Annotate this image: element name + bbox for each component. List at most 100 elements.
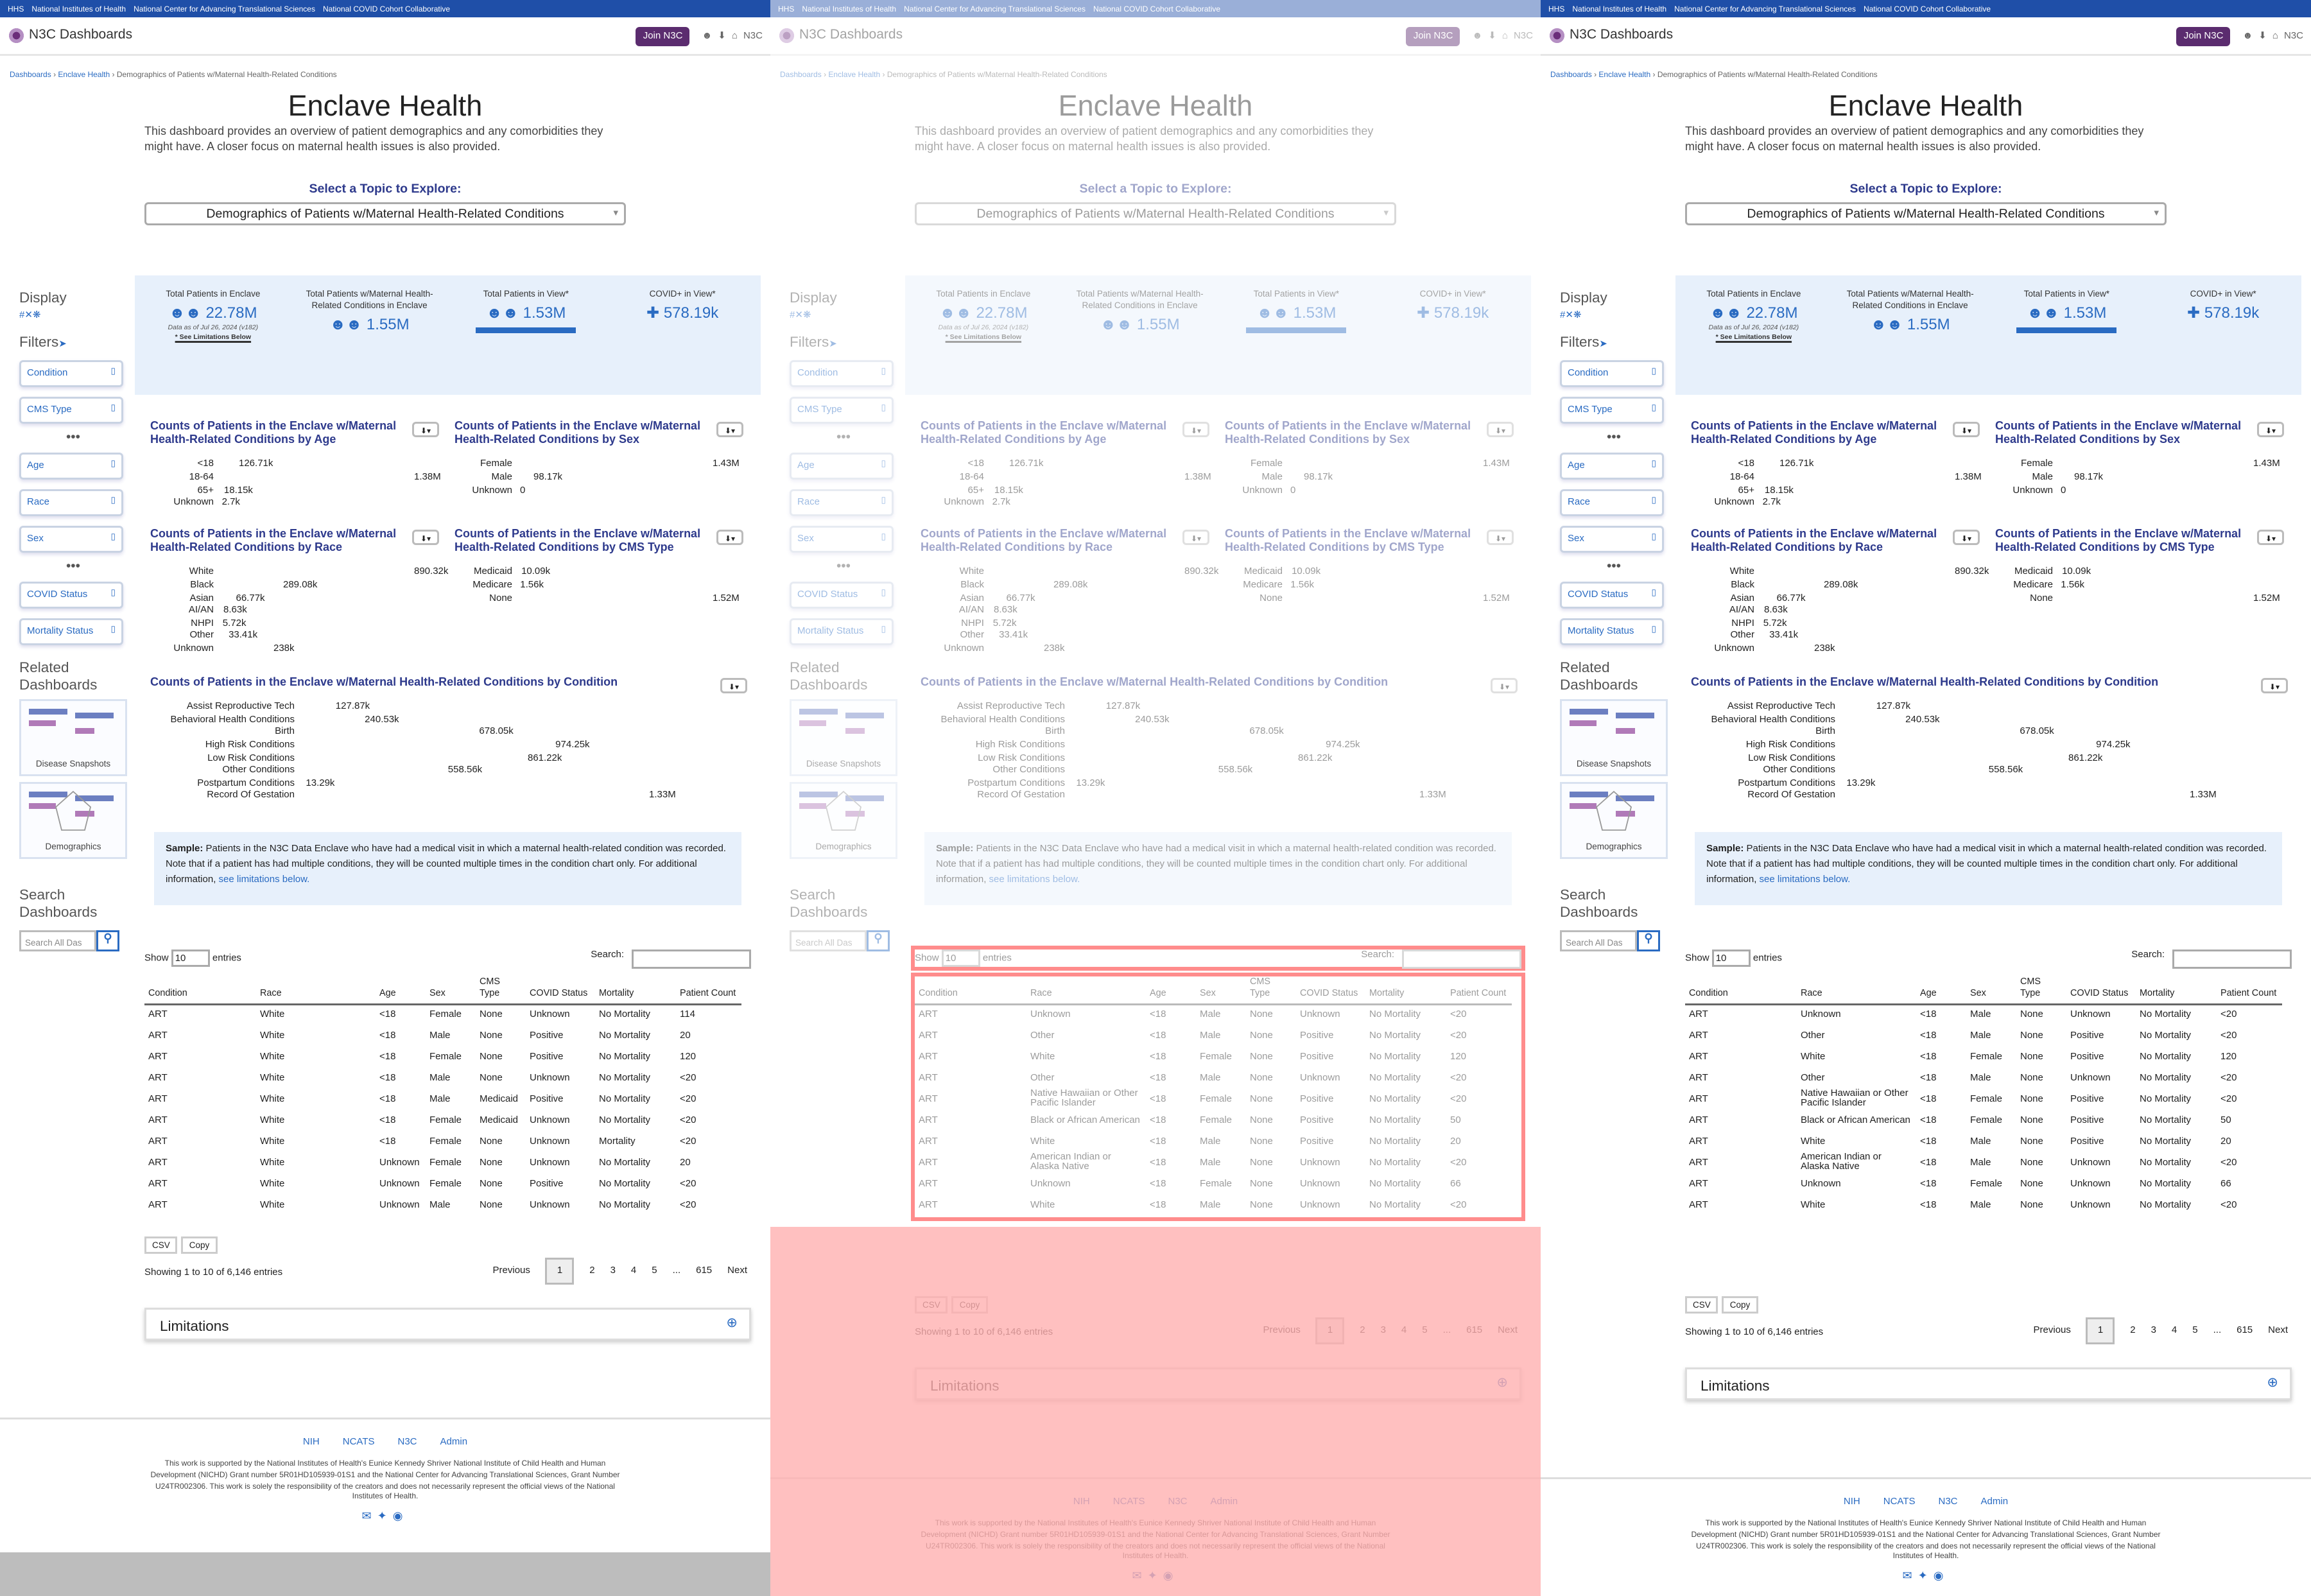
previous-page-button[interactable]: Previous bbox=[2034, 1325, 2071, 1337]
n3c-home-link[interactable]: N3C bbox=[743, 30, 763, 42]
chart-bar-row[interactable]: Female 1.43M bbox=[454, 459, 743, 472]
table-row[interactable]: ART White <18 Female None Positive No Mortalit… bbox=[1685, 1048, 2282, 1069]
limitations-link[interactable]: * See Limitations Below bbox=[1675, 333, 1832, 342]
chart-bar-row[interactable]: Unknown 238k bbox=[150, 643, 439, 656]
chart-bar-row[interactable]: Record Of Gestation 1.33M bbox=[1691, 790, 2288, 803]
chart-bar-row[interactable]: Low Risk Conditions 861.22k bbox=[921, 752, 1518, 765]
brand-title[interactable]: N3C Dashboards bbox=[799, 29, 1406, 42]
chart-bar-row[interactable]: Postpartum Conditions 13.29k bbox=[1691, 777, 2288, 790]
next-page-button[interactable]: Next bbox=[727, 1265, 747, 1277]
filter-chip[interactable]: COVID Status bbox=[790, 582, 894, 609]
copy-button[interactable]: Copy bbox=[181, 1236, 218, 1254]
chart-bar-row[interactable]: Medicaid 10.09k bbox=[1225, 567, 1514, 580]
pin-icon[interactable]: ➤ bbox=[1599, 339, 1607, 351]
chart-download-button[interactable]: ⬇▾ bbox=[716, 422, 743, 437]
breadcrumb-enclave-health[interactable]: Enclave Health bbox=[1598, 69, 1650, 79]
column-header[interactable]: Age bbox=[1146, 976, 1196, 1007]
breadcrumb-enclave-health[interactable]: Enclave Health bbox=[828, 69, 880, 79]
limitations-link[interactable]: * See Limitations Below bbox=[135, 333, 291, 342]
chart-bar-row[interactable]: Record Of Gestation 1.33M bbox=[921, 790, 1518, 803]
breadcrumb-dashboards[interactable]: Dashboards bbox=[10, 69, 51, 79]
column-header[interactable]: Race bbox=[256, 976, 376, 1007]
chart-download-button[interactable]: ⬇▾ bbox=[1953, 530, 1980, 545]
chart-bar-row[interactable]: Postpartum Conditions 13.29k bbox=[150, 777, 747, 790]
footer-link[interactable]: N3C bbox=[398, 1437, 417, 1448]
chart-bar-row[interactable]: Other 33.41k bbox=[1691, 630, 1980, 643]
column-header[interactable]: Condition bbox=[144, 976, 256, 1007]
chart-bar-row[interactable]: Male 98.17k bbox=[1225, 472, 1514, 485]
display-icons[interactable]: #✕❋ bbox=[790, 310, 897, 322]
page-length-select[interactable]: 10 bbox=[941, 950, 980, 967]
see-limitations-link[interactable]: see limitations below. bbox=[989, 874, 1080, 885]
chart-bar-row[interactable]: 18-64 1.38M bbox=[921, 472, 1211, 485]
topbar-link[interactable]: HHS bbox=[778, 4, 794, 13]
topbar-link[interactable]: National Institutes of Health bbox=[1572, 4, 1666, 13]
table-row[interactable]: ART White Unknown Male None Unknown No Mortali… bbox=[144, 1196, 741, 1217]
column-header[interactable]: Sex bbox=[426, 976, 476, 1007]
download-icon[interactable]: ⬇ bbox=[2258, 30, 2267, 42]
chart-download-button[interactable]: ⬇▾ bbox=[716, 530, 743, 545]
chart-bar-row[interactable]: Assist Reproductive Tech 127.87k bbox=[1691, 702, 2288, 715]
table-row[interactable]: ART White <18 Male Medicaid Positive No Mortal… bbox=[144, 1090, 741, 1111]
chart-bar-row[interactable]: Female 1.43M bbox=[1995, 459, 2284, 472]
chart-download-button[interactable]: ⬇▾ bbox=[2261, 678, 2288, 693]
csv-button[interactable]: CSV bbox=[1685, 1296, 1718, 1314]
column-header[interactable]: Patient Count bbox=[1446, 976, 1512, 1007]
table-row[interactable]: ART Black or African American <18 Female Non… bbox=[1685, 1111, 2282, 1132]
email-icon[interactable]: ✉ bbox=[1903, 1572, 1918, 1584]
people-icon[interactable]: ☻ bbox=[702, 30, 712, 42]
footer-link[interactable]: NCATS bbox=[343, 1437, 375, 1448]
more-dots[interactable]: ••• bbox=[790, 431, 897, 445]
chart-bar-row[interactable]: Unknown 2.7k bbox=[921, 497, 1209, 510]
table-row[interactable]: ART Unknown <18 Female None Unknown No Mortali… bbox=[915, 1175, 1512, 1196]
chart-bar-row[interactable]: NHPI 5.72k bbox=[1691, 618, 1980, 630]
chart-bar-row[interactable]: White 890.32k bbox=[150, 567, 449, 580]
chart-bar-row[interactable]: None 1.52M bbox=[1225, 593, 1514, 605]
column-header[interactable]: Condition bbox=[1685, 976, 1797, 1007]
search-icon[interactable]: ⚲ bbox=[1637, 930, 1660, 951]
previous-page-button[interactable]: Previous bbox=[493, 1265, 530, 1277]
people-icon[interactable]: ☻ bbox=[1472, 30, 1482, 42]
table-row[interactable]: ART White <18 Female None Positive No Mortalit… bbox=[915, 1048, 1512, 1069]
table-search-input[interactable] bbox=[2172, 950, 2292, 969]
page-button[interactable]: 615 bbox=[2237, 1325, 2253, 1337]
see-limitations-link[interactable]: see limitations below. bbox=[219, 874, 310, 885]
filter-chip[interactable]: Race bbox=[1560, 489, 1664, 516]
topbar-link[interactable]: National Institutes of Health bbox=[802, 4, 896, 13]
topic-select[interactable]: Demographics of Patients w/Maternal Heal… bbox=[915, 202, 1396, 225]
chart-bar-row[interactable]: Other 33.41k bbox=[921, 630, 1209, 643]
chart-bar-row[interactable]: Other Conditions 558.56k bbox=[1691, 765, 2288, 777]
related-dashboard-card[interactable]: Demographics bbox=[790, 782, 897, 859]
chart-download-button[interactable]: ⬇▾ bbox=[2257, 422, 2284, 437]
chart-bar-row[interactable]: High Risk Conditions 974.25k bbox=[921, 740, 1518, 752]
filter-chip[interactable]: Sex bbox=[1560, 526, 1664, 553]
topbar-link[interactable]: National COVID Cohort Collaborative bbox=[323, 4, 450, 13]
chart-bar-row[interactable]: Medicare 1.56k bbox=[1995, 580, 2284, 593]
column-header[interactable]: Race bbox=[1797, 976, 1916, 1007]
filter-chip[interactable]: Mortality Status bbox=[1560, 618, 1664, 645]
pin-icon[interactable]: ➤ bbox=[58, 339, 67, 351]
twitter-icon[interactable]: ✦ bbox=[377, 1513, 393, 1524]
limitations-link[interactable]: * See Limitations Below bbox=[905, 333, 1062, 342]
display-icons[interactable]: #✕❋ bbox=[1560, 310, 1668, 322]
filter-chip[interactable]: Race bbox=[19, 489, 123, 516]
chart-bar-row[interactable]: Behavioral Health Conditions 240.53k bbox=[1691, 714, 2288, 727]
download-icon[interactable]: ⬇ bbox=[1488, 30, 1496, 42]
twitter-icon[interactable]: ✦ bbox=[1918, 1572, 1934, 1584]
topbar-link[interactable]: National Center for Advancing Translatio… bbox=[134, 4, 315, 13]
footer-link[interactable]: NIH bbox=[303, 1437, 320, 1448]
chart-bar-row[interactable]: Asian 66.77k bbox=[921, 593, 1209, 605]
topbar-link[interactable]: National Center for Advancing Translatio… bbox=[904, 4, 1086, 13]
filter-chip[interactable]: Age bbox=[790, 453, 894, 480]
chart-bar-row[interactable]: Assist Reproductive Tech 127.87k bbox=[921, 702, 1518, 715]
chart-bar-row[interactable]: Other 33.41k bbox=[150, 630, 439, 643]
page-button[interactable]: 3 bbox=[610, 1265, 616, 1277]
footer-link[interactable]: NCATS bbox=[1883, 1496, 1916, 1508]
column-header[interactable]: Mortality bbox=[2136, 976, 2217, 1007]
column-header[interactable]: Mortality bbox=[595, 976, 676, 1007]
github-icon[interactable]: ◉ bbox=[1934, 1572, 1950, 1584]
search-dashboards-input[interactable]: Search All Das bbox=[790, 930, 867, 951]
topic-select[interactable]: Demographics of Patients w/Maternal Heal… bbox=[144, 202, 626, 225]
filter-chip[interactable]: Condition bbox=[790, 360, 894, 387]
chart-bar-row[interactable]: Unknown 2.7k bbox=[150, 497, 439, 510]
